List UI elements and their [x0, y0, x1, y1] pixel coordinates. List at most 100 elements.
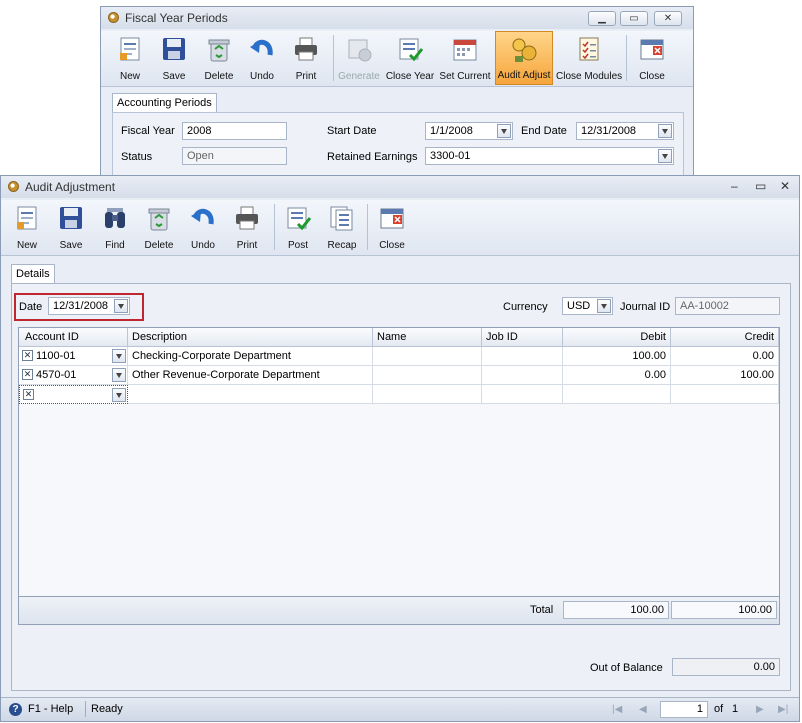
- fiscal-generate-button[interactable]: Generate: [337, 31, 381, 85]
- start-date-label: Start Date: [327, 125, 377, 137]
- find-button[interactable]: Find: [95, 200, 135, 254]
- new-row-cell-name[interactable]: [373, 385, 482, 404]
- maximize-button[interactable]: ▭: [620, 11, 648, 26]
- end-date-value: 12/31/2008: [581, 125, 637, 137]
- minimize-button[interactable]: ▁: [588, 11, 616, 26]
- account-id-value: 1100-01: [36, 350, 76, 362]
- chevron-down-icon[interactable]: [112, 368, 126, 382]
- column-header-name[interactable]: Name: [373, 328, 482, 347]
- delete-button[interactable]: Delete: [139, 200, 179, 254]
- table-row-cell-description[interactable]: Other Revenue-Corporate Department: [128, 366, 373, 385]
- new-row-cell-credit[interactable]: [671, 385, 779, 404]
- chevron-down-icon[interactable]: [597, 299, 611, 313]
- chevron-down-icon[interactable]: [112, 388, 126, 402]
- status-bar: ? F1 - Help Ready |◀ ◀ 1 of 1 ▶ ▶|: [1, 697, 799, 721]
- column-header-description[interactable]: Description: [128, 328, 373, 347]
- journal-id-field: AA-10002: [675, 297, 780, 315]
- delete-row-icon[interactable]: ✕: [23, 389, 34, 400]
- toolbar-separator: [626, 35, 627, 81]
- tab-details[interactable]: Details: [11, 264, 55, 283]
- new-label: New: [16, 240, 37, 251]
- fiscal-set-current-button[interactable]: Set Current: [438, 31, 492, 85]
- audit-window-title: Audit Adjustment: [25, 180, 116, 194]
- column-header-credit[interactable]: Credit: [671, 328, 779, 347]
- total-label: Total: [530, 604, 554, 616]
- fiscal-close-modules-button[interactable]: Close Modules: [556, 31, 622, 85]
- page-number-field[interactable]: 1: [660, 701, 708, 718]
- new-row-cell-account[interactable]: ✕: [19, 385, 128, 404]
- delete-row-icon[interactable]: ✕: [22, 369, 33, 380]
- table-row-cell-credit[interactable]: 0.00: [671, 347, 779, 366]
- fiscal-close-button[interactable]: Close: [632, 31, 672, 85]
- fiscal-titlebar: Fiscal Year Periods ▁ ▭ ✕: [101, 7, 693, 29]
- undo-arrow-icon: [250, 39, 273, 56]
- last-page-icon[interactable]: ▶|: [778, 704, 788, 715]
- retained-earnings-value: 3300-01: [430, 150, 471, 162]
- print-button[interactable]: Print: [227, 200, 267, 254]
- table-row-cell-account[interactable]: ✕ 1100-01: [19, 347, 128, 366]
- save-button[interactable]: Save: [51, 200, 91, 254]
- chevron-down-icon[interactable]: [497, 124, 511, 138]
- tab-accounting-periods[interactable]: Accounting Periods: [112, 93, 217, 112]
- new-row-cell-job-id[interactable]: [482, 385, 563, 404]
- previous-page-icon[interactable]: ◀: [639, 704, 647, 715]
- new-row-cell-debit[interactable]: [563, 385, 671, 404]
- close-window-button[interactable]: ✕: [780, 179, 790, 193]
- fiscal-undo-button[interactable]: Undo: [243, 31, 281, 85]
- fiscal-delete-label: Delete: [204, 71, 234, 82]
- help-icon[interactable]: ?: [9, 703, 22, 716]
- table-row-cell-account[interactable]: ✕ 4570-01: [19, 366, 128, 385]
- table-row-cell-job-id[interactable]: [482, 366, 563, 385]
- table-row-cell-debit[interactable]: 0.00: [563, 366, 671, 385]
- end-date-field[interactable]: 12/31/2008: [576, 122, 674, 140]
- fiscal-save-button[interactable]: Save: [155, 31, 193, 85]
- new-button[interactable]: New: [7, 200, 47, 254]
- table-row-cell-job-id[interactable]: [482, 347, 563, 366]
- column-header-debit[interactable]: Debit: [563, 328, 671, 347]
- fiscal-audit-adjust-label: Audit Adjust: [497, 70, 551, 81]
- close-button[interactable]: Close: [372, 200, 412, 254]
- audit-adjust-icon: [512, 38, 537, 62]
- first-page-icon[interactable]: |◀: [612, 704, 622, 715]
- fiscal-year-field[interactable]: 2008: [182, 122, 287, 140]
- post-button[interactable]: Post: [278, 200, 318, 254]
- recap-button[interactable]: Recap: [322, 200, 362, 254]
- column-header-job-id[interactable]: Job ID: [482, 328, 563, 347]
- start-date-field[interactable]: 1/1/2008: [425, 122, 513, 140]
- total-debit-field: 100.00: [563, 601, 669, 619]
- table-row-cell-name[interactable]: [373, 347, 482, 366]
- close-window-button[interactable]: ✕: [654, 11, 682, 26]
- table-row-cell-name[interactable]: [373, 366, 482, 385]
- next-page-icon[interactable]: ▶: [756, 704, 764, 715]
- find-label: Find: [105, 240, 125, 251]
- table-row-cell-description[interactable]: Checking-Corporate Department: [128, 347, 373, 366]
- column-header-account-id[interactable]: Account ID: [19, 328, 128, 347]
- date-label: Date: [19, 301, 43, 313]
- audit-titlebar: Audit Adjustment – ▭ ✕: [1, 176, 799, 198]
- fiscal-close-year-button[interactable]: Close Year: [384, 31, 436, 85]
- help-label[interactable]: F1 - Help: [28, 703, 73, 715]
- table-row-cell-debit[interactable]: 100.00: [563, 347, 671, 366]
- chevron-down-icon[interactable]: [114, 299, 128, 313]
- undo-button[interactable]: Undo: [183, 200, 223, 254]
- fiscal-new-button[interactable]: New: [111, 31, 149, 85]
- chevron-down-icon[interactable]: [658, 149, 672, 163]
- printer-icon: [236, 206, 258, 230]
- currency-field[interactable]: USD: [562, 297, 613, 315]
- delete-row-icon[interactable]: ✕: [22, 350, 33, 361]
- fiscal-delete-button[interactable]: Delete: [199, 31, 239, 85]
- maximize-button[interactable]: ▭: [755, 179, 766, 193]
- chevron-down-icon[interactable]: [658, 124, 672, 138]
- total-credit-field: 100.00: [671, 601, 777, 619]
- fiscal-close-label: Close: [639, 71, 665, 82]
- fiscal-print-label: Print: [295, 71, 317, 82]
- minimize-button[interactable]: –: [731, 179, 738, 193]
- table-row-cell-credit[interactable]: 100.00: [671, 366, 779, 385]
- date-field[interactable]: 12/31/2008: [48, 297, 130, 315]
- fiscal-print-button[interactable]: Print: [287, 31, 325, 85]
- fiscal-audit-adjust-button[interactable]: Audit Adjust: [495, 31, 553, 85]
- retained-earnings-field[interactable]: 3300-01: [425, 147, 674, 165]
- new-row-cell-description[interactable]: [128, 385, 373, 404]
- chevron-down-icon[interactable]: [112, 349, 126, 363]
- undo-arrow-icon: [191, 208, 214, 225]
